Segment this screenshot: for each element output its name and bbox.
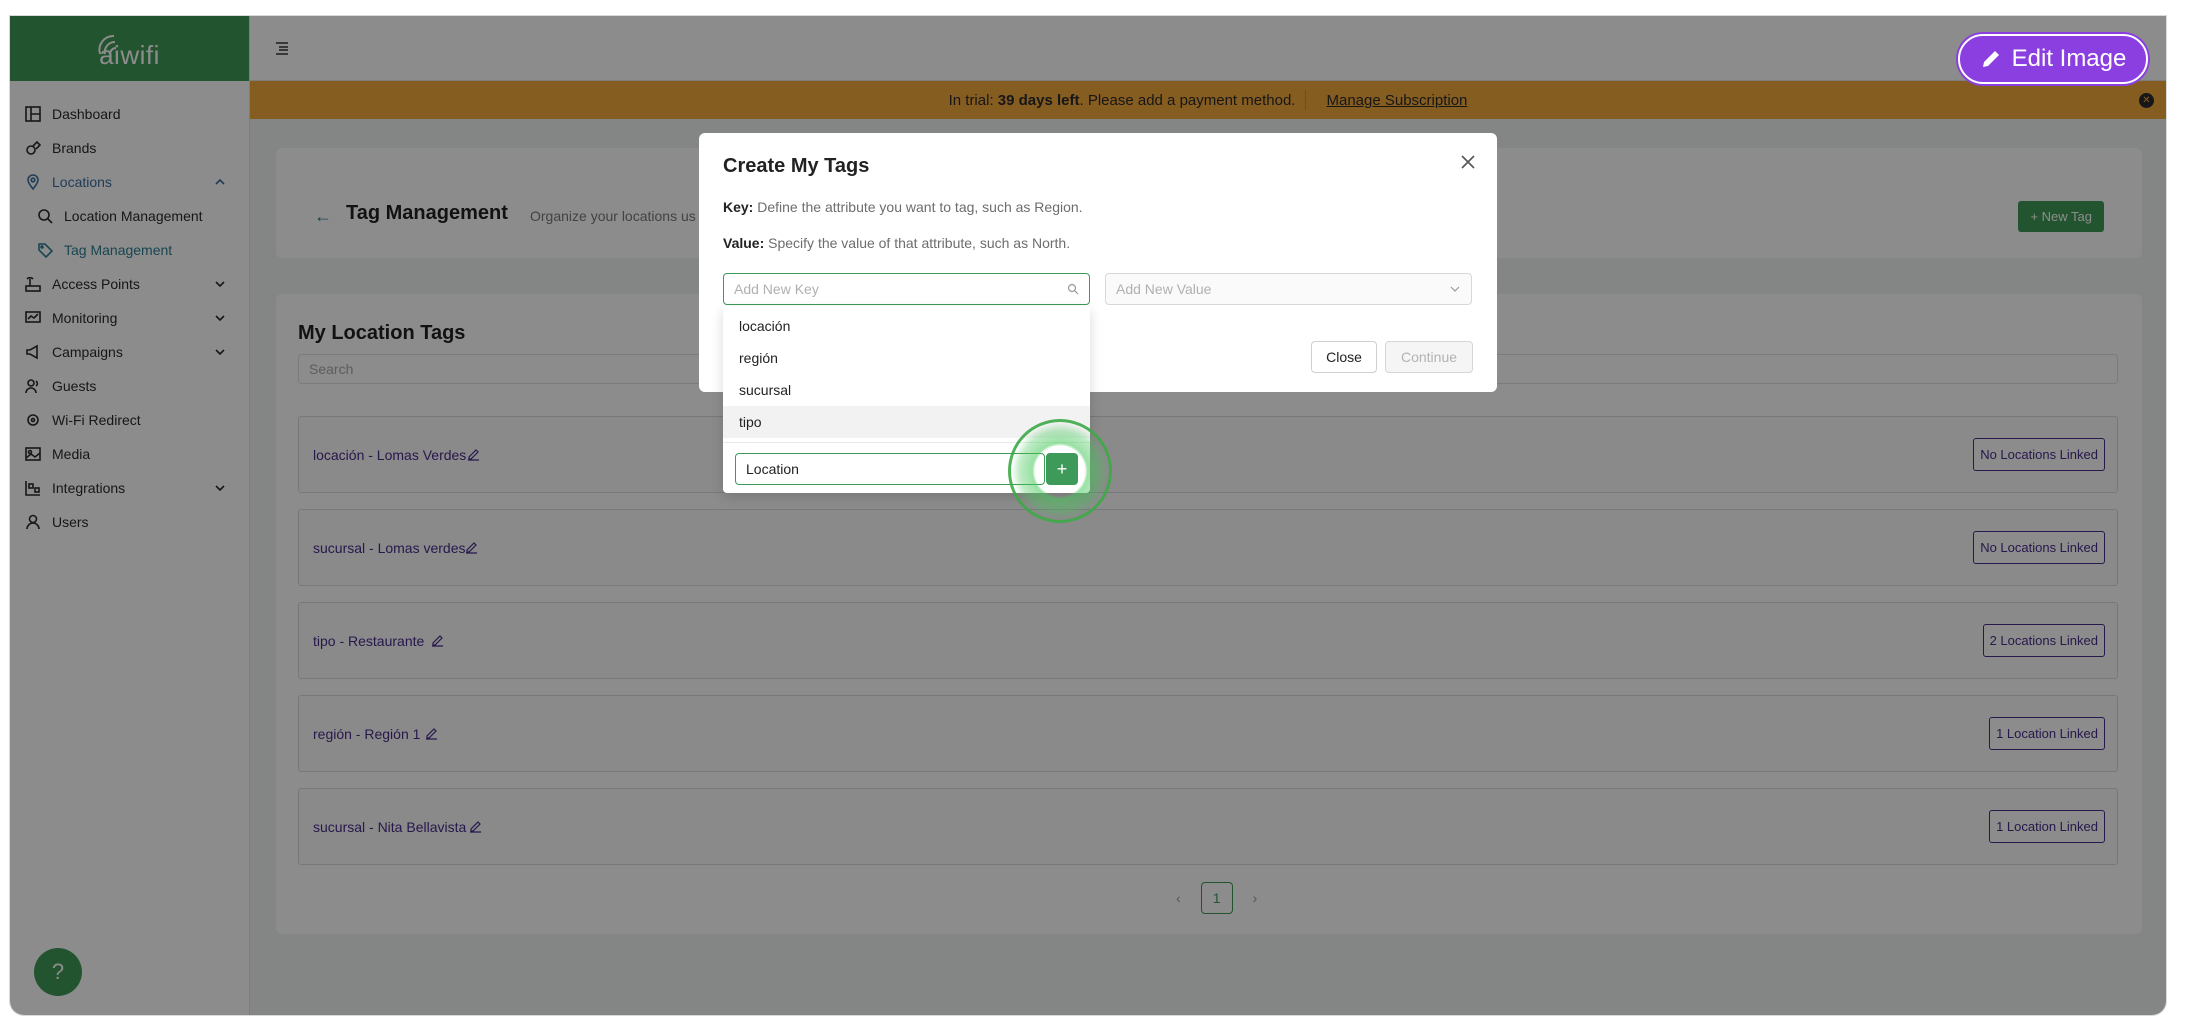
pencil-icon (1982, 51, 1999, 67)
value-placeholder: Add New Value (1116, 281, 1212, 297)
edit-image-label: Edit Image (2011, 45, 2127, 72)
continue-button[interactable]: Continue (1385, 341, 1473, 373)
key-placeholder: Add New Key (734, 281, 819, 297)
modal-title: Create My Tags (723, 155, 870, 177)
new-key-input[interactable]: Location (735, 453, 1045, 485)
edit-image-button[interactable]: Edit Image (1958, 34, 2148, 84)
dropdown-option[interactable]: sucursal (723, 374, 1090, 406)
chevron-down-icon (1450, 286, 1460, 292)
key-help-text: Define the attribute you want to tag, su… (757, 199, 1083, 215)
key-label: Key: (723, 199, 754, 215)
close-button[interactable]: Close (1311, 341, 1377, 373)
value-select[interactable]: Add New Value (1105, 273, 1472, 305)
value-label: Value: (723, 235, 765, 251)
close-icon[interactable] (1459, 153, 1477, 171)
value-help-text: Specify the value of that attribute, suc… (768, 235, 1071, 251)
dropdown-option[interactable]: locación (723, 310, 1090, 342)
app-window: aiwifi Dashboard Brands Locations Locati… (10, 16, 2166, 1015)
key-description: Key: Define the attribute you want to ta… (723, 199, 1083, 215)
key-search-input[interactable]: Add New Key (723, 273, 1090, 305)
click-indicator (1008, 419, 1112, 523)
dropdown-option[interactable]: región (723, 342, 1090, 374)
search-icon (1067, 283, 1079, 295)
value-description: Value: Specify the value of that attribu… (723, 235, 1070, 251)
